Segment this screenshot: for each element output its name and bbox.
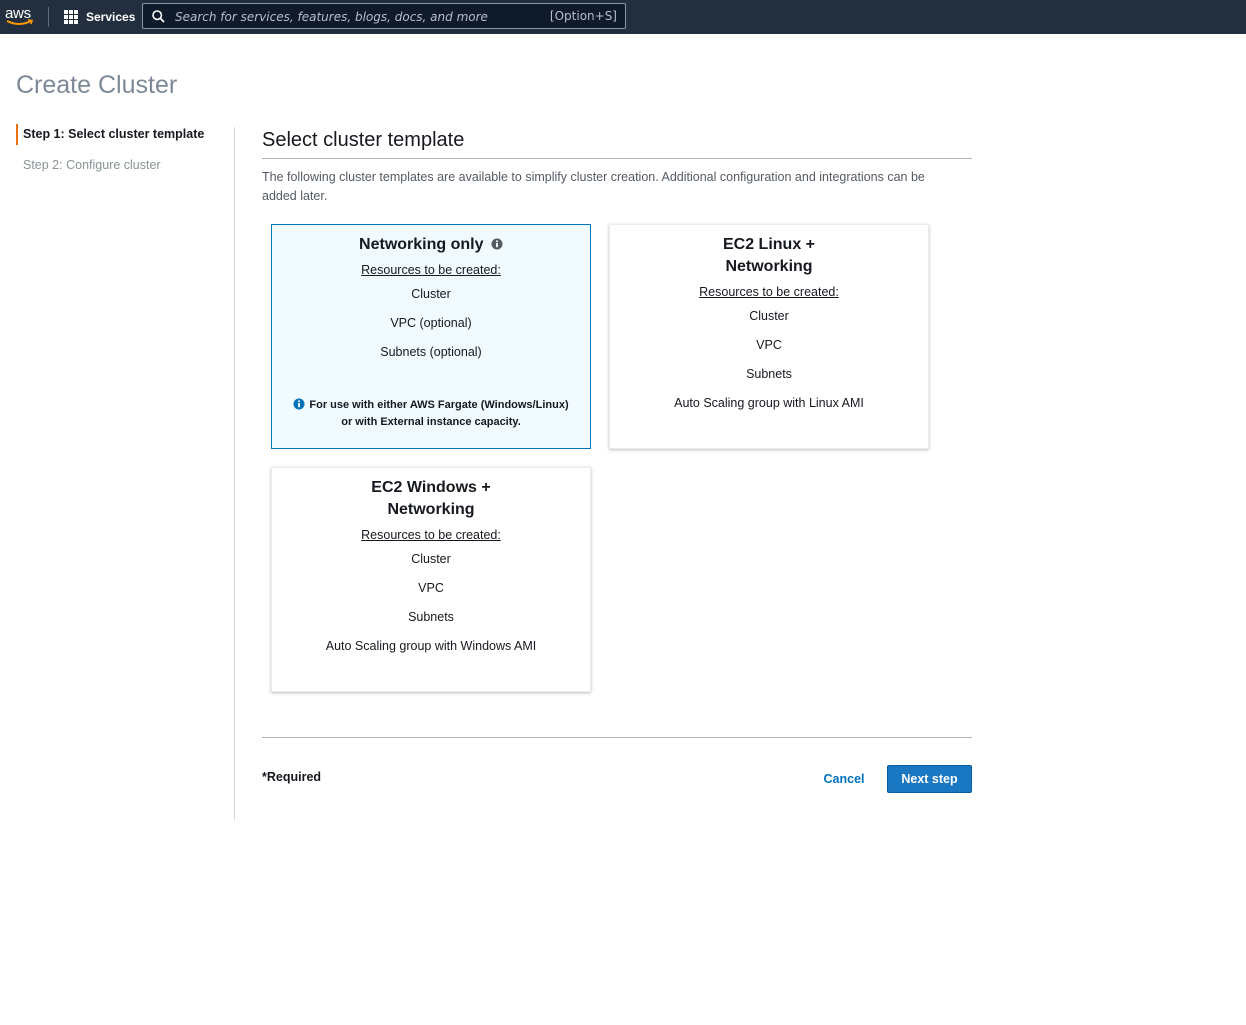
next-step-button[interactable]: Next step (887, 765, 972, 793)
resources-label: Resources to be created: (361, 528, 501, 542)
page-title: Create Cluster (16, 71, 178, 99)
card-title-line: EC2 Windows + (371, 479, 491, 496)
global-search[interactable]: [Option+S] (142, 3, 626, 29)
nav-divider (48, 7, 49, 27)
search-input[interactable] (173, 6, 547, 28)
search-icon (152, 10, 165, 23)
resource-item: Subnets (746, 367, 792, 381)
card-note: For use with either AWS Fargate (Windows… (292, 397, 570, 431)
grid-menu-icon (64, 10, 78, 24)
required-label: *Required (262, 770, 322, 784)
info-note-icon (293, 398, 305, 410)
template-card-ec2-windows[interactable]: EC2 Windows + Networking Resources to be… (271, 467, 591, 692)
step-1-select-template[interactable]: Step 1: Select cluster template (16, 124, 234, 145)
resources-label: Resources to be created: (699, 285, 839, 299)
step-2-configure-cluster[interactable]: Step 2: Configure cluster (16, 155, 234, 176)
card-title-line: Networking (725, 258, 813, 275)
info-icon[interactable] (491, 238, 503, 250)
aws-smile-icon (6, 19, 34, 25)
resource-item: Cluster (411, 287, 451, 301)
steps-divider (234, 127, 235, 820)
wizard-steps: Step 1: Select cluster template Step 2: … (16, 124, 234, 186)
resource-item: Auto Scaling group with Windows AMI (325, 639, 537, 653)
resource-item: Subnets (optional) (380, 345, 482, 359)
search-shortcut-hint: [Option+S] (549, 9, 617, 23)
card-title: EC2 Windows + Networking (272, 477, 590, 521)
main-content: Select cluster template The following cl… (262, 128, 972, 206)
section-description: The following cluster templates are avai… (262, 170, 925, 203)
card-title-line: EC2 Linux + (722, 236, 816, 253)
template-card-ec2-linux[interactable]: EC2 Linux + Networking Resources to be c… (609, 224, 929, 449)
resources-label: Resources to be created: (361, 263, 501, 277)
card-title: EC2 Linux + Networking (610, 234, 928, 278)
top-nav: aws Services [Option+S] (0, 0, 1246, 34)
services-label: Services (86, 10, 136, 24)
card-title-line: Networking (387, 501, 475, 518)
section-title: Select cluster template (262, 128, 972, 159)
footer-divider (262, 737, 972, 738)
aws-logo[interactable]: aws (5, 5, 35, 29)
card-note-text: For use with either AWS Fargate (Windows… (309, 399, 569, 428)
resource-item: VPC (418, 581, 444, 595)
card-title: Networking only (272, 234, 590, 256)
resource-item: VPC (756, 338, 782, 352)
cancel-button[interactable]: Cancel (814, 765, 874, 793)
services-menu-button[interactable]: Services (64, 8, 135, 26)
template-card-networking-only[interactable]: Networking only Resources to be created:… (271, 224, 591, 449)
resource-item: VPC (optional) (390, 316, 472, 330)
resource-item: Auto Scaling group with Linux AMI (674, 396, 864, 410)
resource-item: Cluster (411, 552, 451, 566)
card-title-text: Networking only (359, 236, 484, 253)
resource-item: Cluster (749, 309, 789, 323)
resource-item: Subnets (408, 610, 454, 624)
